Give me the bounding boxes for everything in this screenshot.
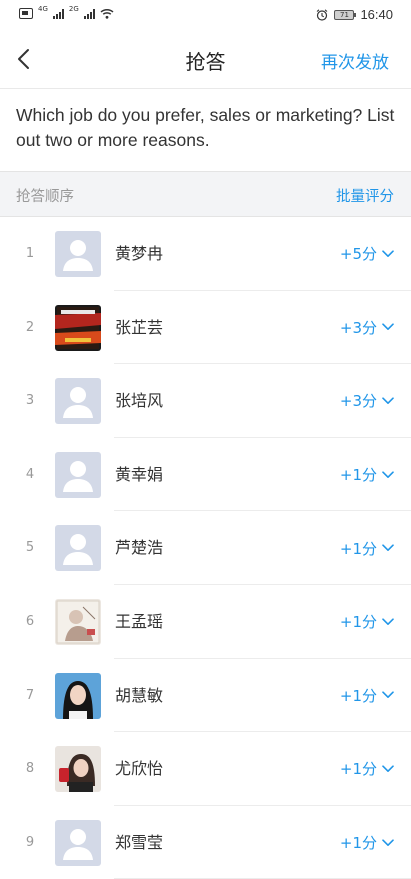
- chevron-down-icon: [382, 838, 394, 846]
- score-dropdown[interactable]: +1分: [340, 732, 394, 806]
- signal-icon-2: [83, 8, 95, 19]
- alarm-icon: [317, 8, 328, 21]
- list-item: 7 胡慧敏 +1分: [0, 659, 411, 733]
- chevron-down-icon: [382, 397, 394, 404]
- avatar: [55, 672, 101, 719]
- battery-icon: 71: [334, 9, 357, 20]
- score-value: +3分: [339, 392, 377, 411]
- score-value: +3分: [339, 318, 377, 337]
- clock: 16:40: [360, 7, 393, 22]
- rank-number: 6: [25, 613, 35, 629]
- section-label: 抢答顺序: [16, 189, 74, 205]
- student-name: 芦楚浩: [115, 538, 164, 558]
- network-type-2: 2G: [68, 5, 79, 13]
- score-dropdown[interactable]: +3分: [340, 364, 394, 438]
- batch-score-button[interactable]: 批量评分: [336, 185, 394, 206]
- score-dropdown[interactable]: +3分: [340, 291, 394, 365]
- avatar: [55, 231, 101, 277]
- hd-icon: [19, 8, 33, 19]
- section-header: 抢答顺序 批量评分: [0, 171, 411, 217]
- signal-icon: [52, 8, 64, 19]
- status-bar: 4G 2G 71 16:40: [0, 0, 411, 32]
- rank-number: 5: [25, 540, 35, 556]
- student-name: 王孟瑶: [115, 611, 164, 631]
- avatar: [55, 451, 101, 498]
- chevron-down-icon: [382, 618, 394, 625]
- rank-number: 9: [25, 834, 35, 850]
- avatar: [55, 746, 101, 793]
- list-item: 9 郑雪莹 +1分: [0, 806, 411, 879]
- rank-number: 3: [25, 393, 35, 409]
- chevron-down-icon: [382, 323, 394, 331]
- score-dropdown[interactable]: +1分: [340, 585, 394, 659]
- question-panel: Which job do you prefer, sales or market…: [0, 88, 411, 171]
- score-dropdown[interactable]: +1分: [340, 659, 394, 733]
- status-right: 71 16:40: [316, 7, 393, 22]
- wifi-icon: [100, 8, 114, 19]
- list-item: 4 黄幸娟 +1分: [0, 438, 411, 512]
- avatar: [55, 378, 101, 425]
- student-name: 黄幸娟: [115, 464, 164, 484]
- score-value: +1分: [339, 686, 377, 705]
- avatar: [55, 525, 101, 572]
- list-item: 2 张芷芸 +3分: [0, 291, 411, 365]
- list-item: 3 张培风 +3分: [0, 364, 411, 438]
- navigation-bar: 抢答 再次发放: [0, 36, 411, 82]
- student-name: 黄梦冉: [115, 244, 164, 263]
- chevron-down-icon: [382, 544, 394, 552]
- score-value: +1分: [339, 760, 377, 779]
- student-name: 胡慧敏: [115, 685, 164, 705]
- rank-number: 2: [25, 319, 35, 335]
- score-dropdown[interactable]: +5分: [340, 217, 394, 291]
- score-value: +1分: [339, 834, 377, 853]
- score-value: +1分: [339, 466, 377, 485]
- rank-number: 4: [25, 466, 35, 482]
- rank-number: 1: [25, 246, 35, 261]
- avatar: [55, 304, 101, 351]
- chevron-down-icon: [382, 470, 394, 478]
- score-dropdown[interactable]: +1分: [340, 438, 394, 512]
- student-name: 尤欣怡: [115, 759, 164, 779]
- score-dropdown[interactable]: +1分: [340, 806, 394, 879]
- avatar: [55, 598, 101, 645]
- battery-level: 71: [339, 10, 349, 19]
- question-text: Which job do you prefer, sales or market…: [16, 105, 395, 150]
- student-name: 张培风: [115, 391, 164, 411]
- avatar: [55, 819, 101, 866]
- chevron-down-icon: [382, 250, 394, 257]
- score-value: +5分: [339, 245, 377, 264]
- status-left: 4G 2G: [19, 5, 114, 19]
- student-name: 张芷芸: [115, 317, 164, 337]
- list-item: 1 黄梦冉 +5分: [0, 217, 411, 291]
- chevron-down-icon: [382, 691, 394, 699]
- chevron-down-icon: [382, 765, 394, 772]
- rank-number: 7: [25, 687, 35, 703]
- student-name: 郑雪莹: [115, 832, 164, 852]
- list-item: 5 芦楚浩 +1分: [0, 511, 411, 585]
- list-item: 8 尤欣怡 +1分: [0, 732, 411, 806]
- score-value: +1分: [339, 539, 377, 558]
- list-item: 6 王孟瑶 +1分: [0, 585, 411, 659]
- score-value: +1分: [339, 613, 377, 632]
- answer-order-list: 1 黄梦冉 +5分 2 张芷芸 +3分 3 张培风 +3分 4 黄幸娟 +1分 …: [0, 217, 411, 879]
- rank-number: 8: [25, 761, 35, 777]
- network-type-1: 4G: [38, 5, 48, 13]
- redistribute-button[interactable]: 再次发放: [321, 48, 389, 73]
- score-dropdown[interactable]: +1分: [340, 511, 394, 585]
